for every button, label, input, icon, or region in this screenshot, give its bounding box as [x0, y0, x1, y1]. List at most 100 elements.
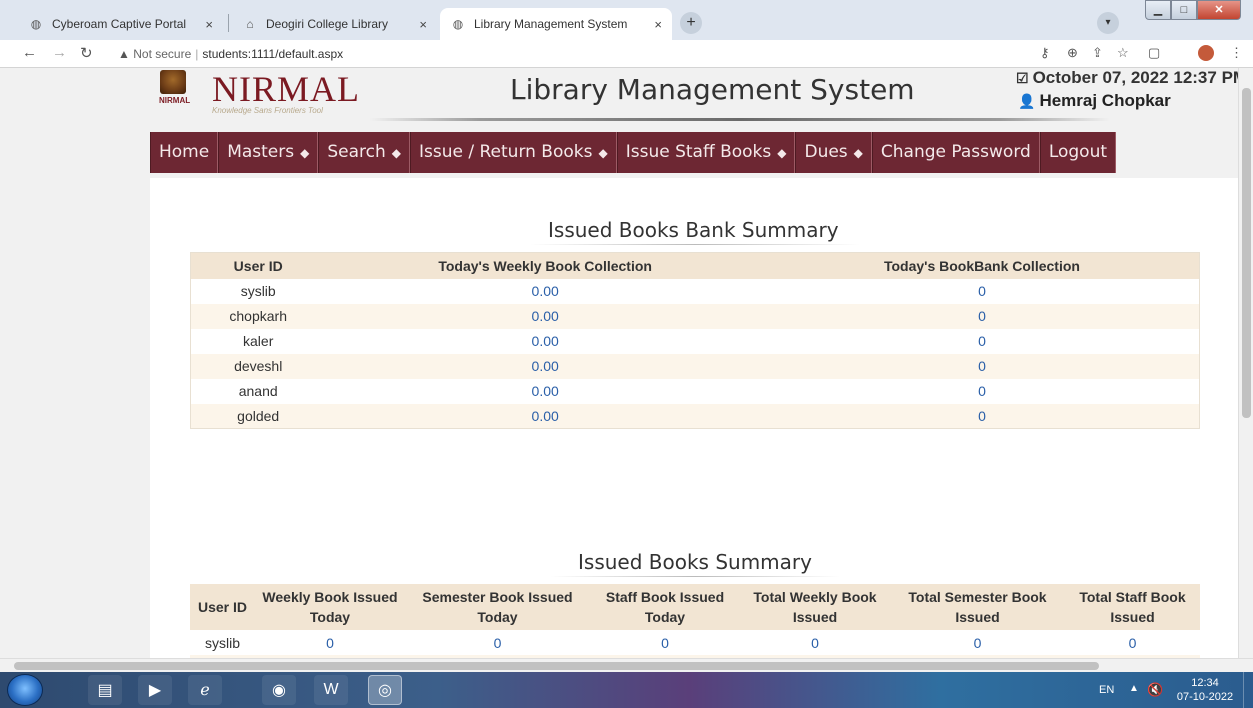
new-tab-button[interactable]: + — [680, 12, 702, 34]
nav-label: Dues — [804, 142, 848, 162]
scrollbar-thumb[interactable] — [1242, 88, 1251, 418]
reload-icon[interactable]: ↻ — [80, 44, 93, 62]
value-cell: 0 — [764, 403, 1200, 429]
table-row: golded 0.00 0 — [190, 403, 1200, 429]
nav-label: Change Password — [880, 142, 1031, 162]
clock-date: 07-10-2022 — [1176, 691, 1234, 703]
vertical-scrollbar[interactable] — [1238, 68, 1253, 658]
windows-taskbar: ▤ ▶ ℯ ◉ W ◎ EN ▲ 🔇 12:34 07-10-2022 — [0, 672, 1253, 708]
caret-down-icon: ◆ — [300, 146, 310, 160]
tab-cyberoam[interactable]: ◍ Cyberoam Captive Portal × — [18, 8, 223, 40]
start-button[interactable] — [7, 674, 43, 706]
nav-home[interactable]: Home — [150, 132, 219, 173]
issued-summary-title: Issued Books Summary — [578, 550, 812, 574]
word-icon[interactable]: W — [314, 675, 348, 705]
nav-issue-return-books[interactable]: Issue / Return Books ◆ — [410, 132, 617, 173]
caret-down-icon: ◆ — [391, 146, 401, 160]
caret-down-icon: ◆ — [598, 146, 608, 160]
tab-search-button[interactable]: ▾ — [1097, 12, 1119, 34]
url-text: students:1111/default.aspx — [202, 47, 344, 61]
column-header: User ID — [190, 252, 326, 279]
back-arrow-icon[interactable]: ← — [22, 44, 37, 61]
title-divider — [550, 576, 840, 577]
forward-arrow-icon[interactable]: → — [52, 44, 67, 61]
user-id-cell: golded — [190, 403, 326, 429]
side-panel-icon[interactable]: ▢ — [1148, 45, 1160, 61]
column-header: Semester Book Issued Today — [405, 584, 590, 630]
security-label: Not secure — [133, 47, 192, 61]
column-header: Total Semester Book Issued — [890, 584, 1065, 630]
language-indicator[interactable]: EN — [1099, 684, 1114, 696]
volume-muted-icon[interactable]: 🔇 — [1147, 682, 1163, 698]
clock[interactable]: 12:34 07-10-2022 — [1175, 676, 1235, 704]
share-icon[interactable]: ⇪ — [1092, 45, 1103, 61]
table-row: chopkarh 0.00 0 — [190, 303, 1200, 329]
menu-kebab-icon[interactable]: ⋮ — [1230, 45, 1243, 61]
nav-masters[interactable]: Masters ◆ — [218, 132, 319, 173]
tray-expand-icon[interactable]: ▲ — [1129, 683, 1139, 694]
scrollbar-thumb[interactable] — [14, 662, 1099, 670]
key-icon[interactable]: ⚷ — [1040, 45, 1050, 61]
nav-change-password[interactable]: Change Password — [871, 132, 1040, 173]
issued-summary-table: User ID Weekly Book Issued Today Semeste… — [190, 584, 1200, 658]
value-cell: 0.00 — [325, 378, 765, 404]
tab-separator — [228, 14, 229, 32]
chrome-icon[interactable]: ◎ — [368, 675, 402, 705]
nav-label: Issue / Return Books — [419, 142, 593, 162]
user-id-cell: anand — [190, 378, 326, 404]
close-icon[interactable]: × — [205, 17, 213, 32]
value-cell: 0 — [890, 630, 1065, 655]
nav-logout[interactable]: Logout — [1039, 132, 1117, 173]
firefox-icon[interactable]: ◉ — [262, 675, 296, 705]
value-cell: 0 — [255, 630, 405, 655]
close-icon[interactable]: × — [654, 17, 662, 32]
header-divider — [370, 118, 1110, 121]
site-header: NIRMAL NIRMAL Knowledge Sans Frontiers T… — [150, 68, 1238, 128]
content-panel: Issued Books Bank Summary User ID Today'… — [150, 178, 1238, 658]
internet-explorer-icon[interactable]: ℯ — [188, 675, 222, 705]
tab-title: Library Management System — [474, 17, 628, 31]
tab-deogiri-library[interactable]: ⌂ Deogiri College Library × — [232, 8, 437, 40]
nav-label: Search — [327, 142, 386, 162]
profile-avatar[interactable] — [1198, 45, 1214, 61]
zoom-icon[interactable]: ⊕ — [1067, 45, 1078, 61]
nav-label: Masters — [227, 142, 295, 162]
user-id-cell: chopkarh — [190, 303, 326, 329]
close-icon[interactable]: × — [419, 17, 427, 32]
table-row: anand 0.00 0 — [190, 378, 1200, 404]
nav-search[interactable]: Search ◆ — [318, 132, 410, 173]
horizontal-scrollbar[interactable] — [0, 658, 1253, 672]
minimize-button[interactable]: ▁ — [1145, 0, 1171, 20]
folder-icon[interactable]: ▤ — [88, 675, 122, 705]
caret-down-icon: ◆ — [777, 146, 787, 160]
table-row: syslib 0 0 0 0 0 0 — [190, 630, 1200, 655]
close-window-button[interactable]: ✕ — [1197, 0, 1241, 20]
user-icon: 👤 — [1018, 93, 1036, 109]
user-id-cell: kaler — [190, 328, 326, 354]
nav-dues[interactable]: Dues ◆ — [795, 132, 872, 173]
column-header: Weekly Book Issued Today — [255, 584, 405, 630]
value-cell: 0 — [590, 630, 740, 655]
value-cell: 0 — [740, 630, 890, 655]
value-cell: 0.00 — [325, 328, 765, 354]
nav-issue-staff-books[interactable]: Issue Staff Books ◆ — [616, 132, 796, 173]
nav-label: Logout — [1048, 142, 1108, 162]
maximize-button[interactable]: □ — [1171, 0, 1197, 20]
address-bar[interactable]: ▲ Not secure | students:1111/default.aspx — [118, 47, 343, 61]
user-name: Hemraj Chopkar — [1039, 91, 1171, 110]
tab-library-management[interactable]: ◍ Library Management System × — [440, 8, 672, 40]
page-viewport: NIRMAL NIRMAL Knowledge Sans Frontiers T… — [0, 68, 1238, 658]
page-title: Library Management System — [510, 73, 915, 106]
globe-icon: ◍ — [452, 17, 464, 31]
current-date: ☑ October 07, 2022 12:37 PM — [1016, 68, 1238, 88]
user-id-cell: syslib — [190, 278, 326, 304]
table-header-row: User ID Weekly Book Issued Today Semeste… — [190, 584, 1200, 630]
media-player-icon[interactable]: ▶ — [138, 675, 172, 705]
bank-summary-table: User ID Today's Weekly Book Collection T… — [190, 252, 1200, 429]
column-header: Staff Book Issued Today — [590, 584, 740, 630]
show-desktop-button[interactable] — [1243, 672, 1253, 708]
value-cell: 0.00 — [325, 303, 765, 329]
browser-tab-strip: ◍ Cyberoam Captive Portal × ⌂ Deogiri Co… — [0, 0, 1253, 40]
bank-summary-title: Issued Books Bank Summary — [548, 218, 839, 242]
bookmark-star-icon[interactable]: ☆ — [1117, 45, 1129, 61]
